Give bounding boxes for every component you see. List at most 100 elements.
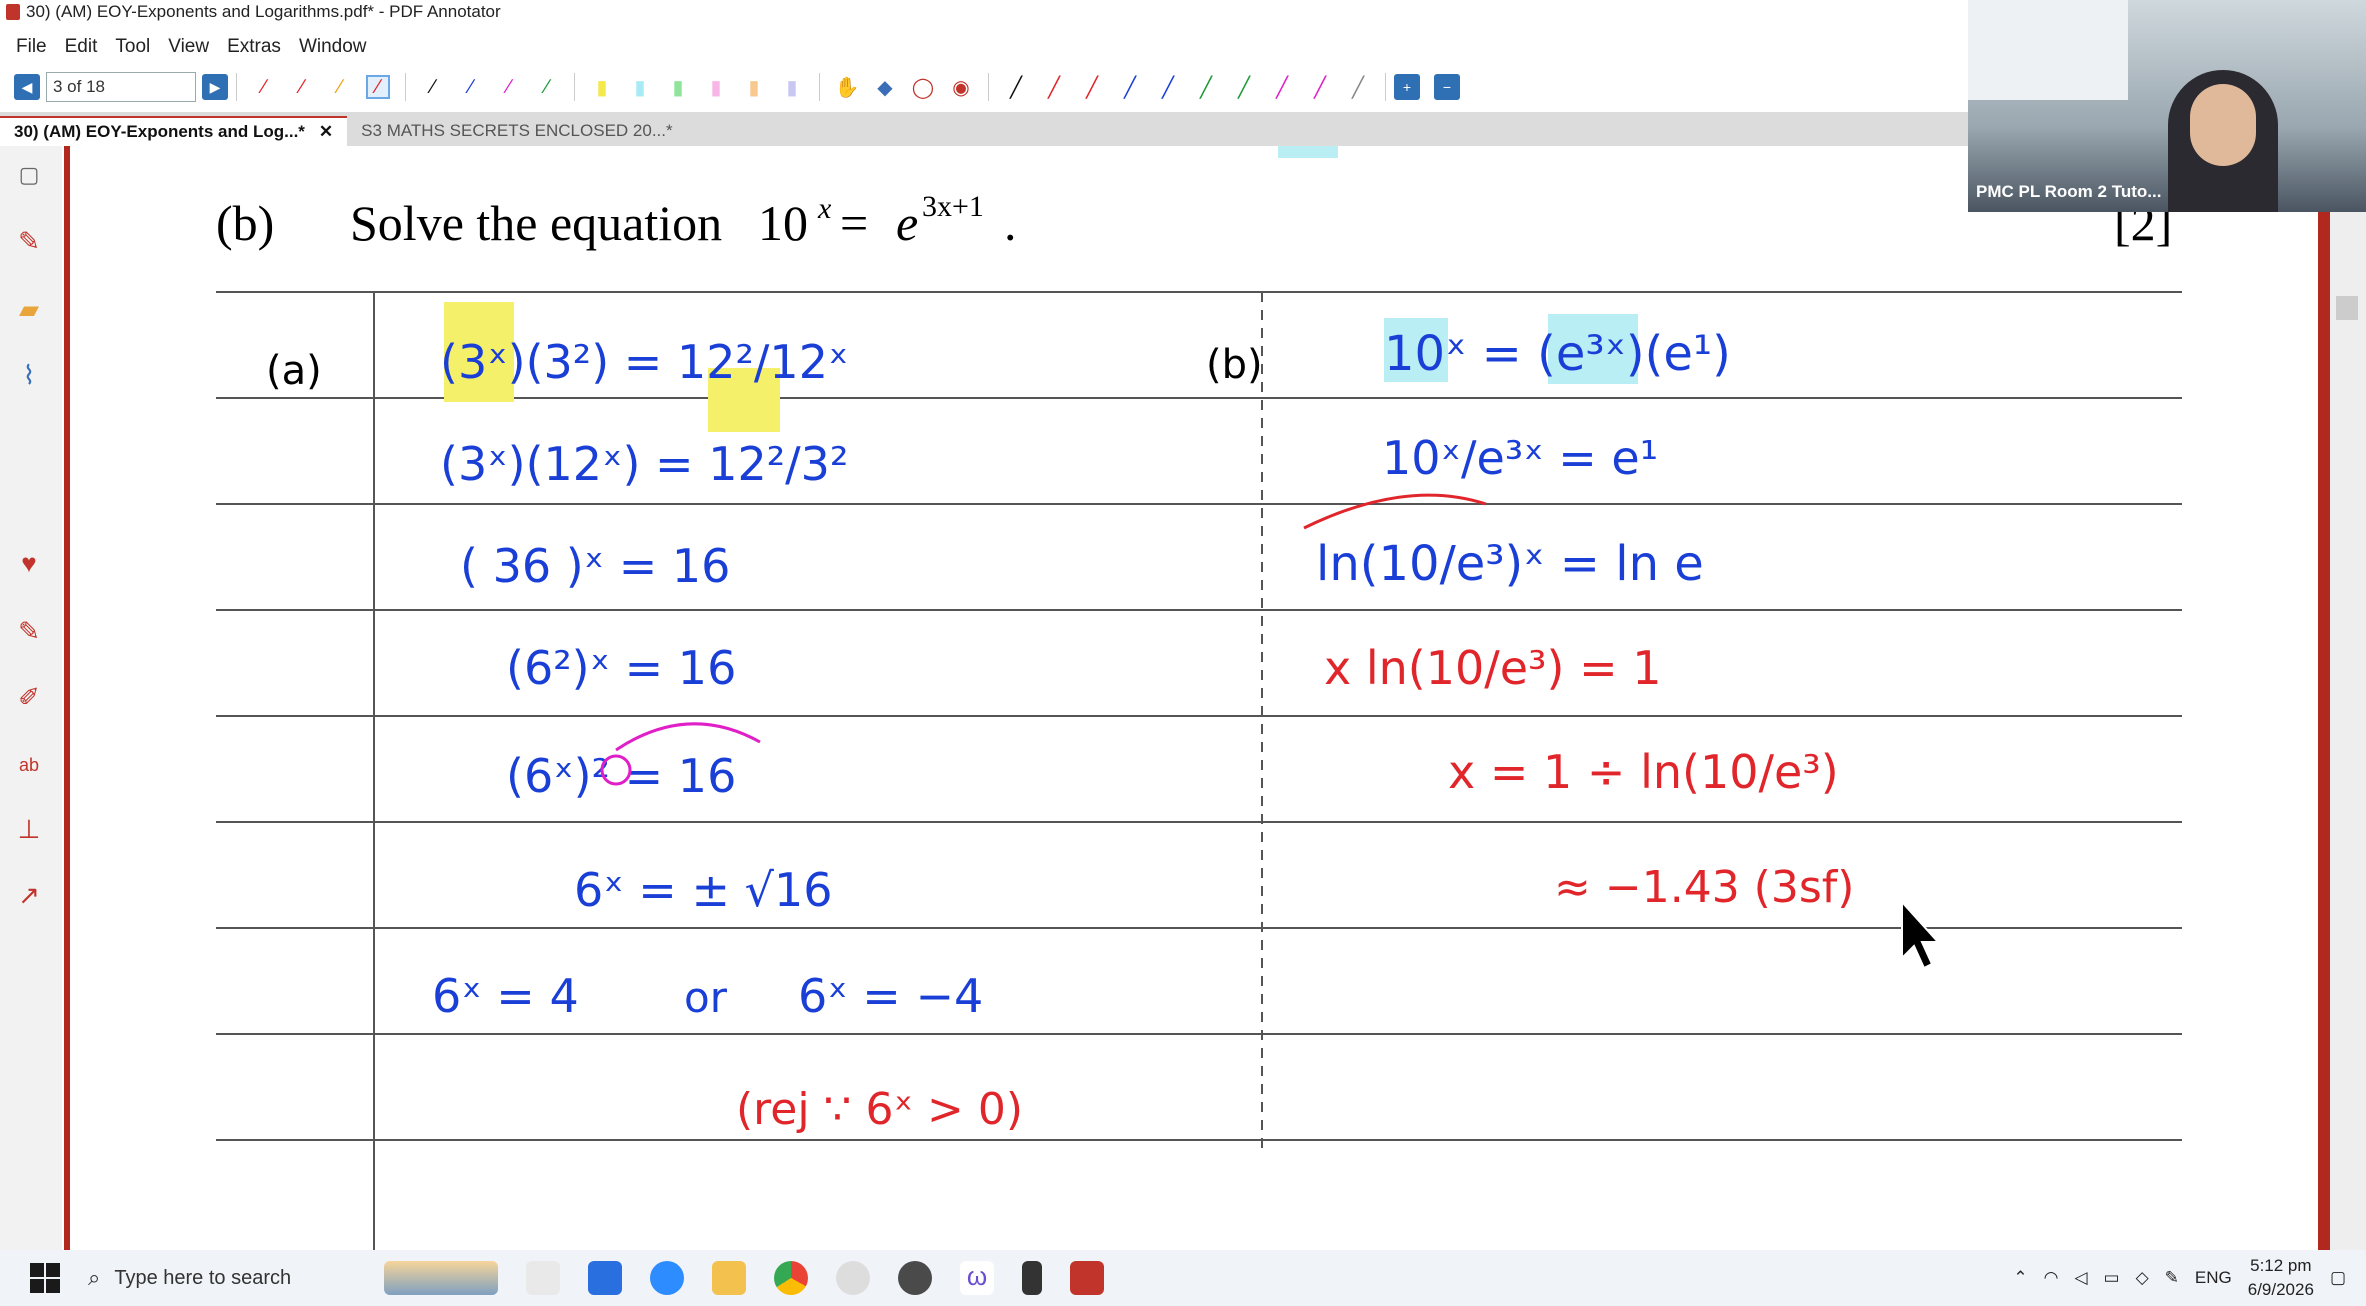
close-tab-icon[interactable]: ✕	[319, 122, 333, 142]
toolbar: ◀ ▶ ∕ ∕ ∕ ∕ ∕ ∕ ∕ ∕ ▮ ▮ ▮ ▮ ▮ ▮ ✋ ◆ ◯ ◉ …	[0, 66, 1968, 108]
next-page-button[interactable]: ▶	[202, 74, 228, 100]
pink-highlighter-icon[interactable]: ▮	[704, 75, 728, 99]
laser-pointer-icon[interactable]: ◉	[949, 75, 973, 99]
pen-tray-icon[interactable]: ✎	[2165, 1268, 2179, 1288]
magenta-pen-icon[interactable]: ∕	[497, 75, 521, 99]
left-tool-sidebar: ▢ ✎ ▰ ⌇ ♥ ✎ ✐ ab ⊥ ↗	[0, 146, 70, 1250]
pen-tool-icon[interactable]: ✎	[14, 616, 44, 646]
red-pen-icon[interactable]: ∕	[252, 75, 276, 99]
favorites-heart-icon[interactable]: ♥	[14, 548, 44, 578]
chrome-icon[interactable]	[774, 1261, 808, 1295]
arrow-tool-icon[interactable]: ↗	[14, 880, 44, 910]
page-number-field[interactable]	[46, 72, 196, 102]
menu-tool[interactable]: Tool	[115, 36, 150, 58]
zoom-icon[interactable]	[650, 1261, 684, 1295]
volume-icon[interactable]: ◁	[2074, 1268, 2087, 1288]
highlighter-tool-icon[interactable]: ✐	[14, 682, 44, 712]
hand-icon[interactable]: ✋	[835, 75, 860, 99]
dropbox-icon[interactable]	[588, 1261, 622, 1295]
work-b-label: (b)	[1206, 342, 1263, 388]
document-tabs: 30) (AM) EOY-Exponents and Log...* ✕ S3 …	[0, 112, 1968, 146]
red-pen-2-icon[interactable]: ∕	[290, 75, 314, 99]
tab-s3-maths-secrets[interactable]: S3 MATHS SECRETS ENCLOSED 20...*	[347, 116, 686, 146]
work-a-rejection: (rej ∵ 6ˣ > 0)	[736, 1084, 1023, 1135]
black-line-icon[interactable]: ╱	[1004, 75, 1028, 99]
scrollbar-thumb[interactable]	[2336, 296, 2358, 320]
work-a-line-8: 6ˣ = −4	[798, 969, 983, 1023]
red-line-icon[interactable]: ╱	[1042, 75, 1066, 99]
svg-text:e: e	[896, 195, 918, 251]
notification-icon[interactable]: ▢	[2330, 1268, 2346, 1288]
tab-exponents-logarithms[interactable]: 30) (AM) EOY-Exponents and Log...* ✕	[0, 116, 348, 146]
work-a-line-7: 6ˣ = 4	[432, 969, 579, 1023]
dropbox-tray-icon[interactable]: ◇	[2136, 1268, 2149, 1288]
tab-label: 30) (AM) EOY-Exponents and Log...*	[14, 122, 305, 141]
clock[interactable]: 5:12 pm 6/9/2026	[2248, 1254, 2314, 1302]
blue-line-icon[interactable]: ╱	[1118, 75, 1142, 99]
windows-start-icon[interactable]	[30, 1263, 60, 1293]
green-dashed-line-icon[interactable]: ╱	[1232, 75, 1256, 99]
work-b-line-5: x = 1 ÷ ln(10/e³)	[1448, 745, 1839, 799]
whiteboard-background	[1968, 0, 2128, 100]
gray-dashed-line-icon[interactable]: ╱	[1346, 75, 1370, 99]
w-app-icon[interactable]: ω	[960, 1261, 994, 1295]
title-bar: 30) (AM) EOY-Exponents and Logarithms.pd…	[0, 0, 1968, 24]
selected-red-pen-icon[interactable]: ∕	[366, 75, 390, 99]
green-pen-icon[interactable]: ∕	[535, 75, 559, 99]
green-line-icon[interactable]: ╱	[1194, 75, 1218, 99]
toolbar-separator	[574, 73, 575, 101]
green-highlighter-icon[interactable]: ▮	[666, 75, 690, 99]
menu-edit[interactable]: Edit	[65, 36, 98, 58]
svg-text:=: =	[840, 195, 868, 251]
red-dashed-line-icon[interactable]: ╱	[1080, 75, 1104, 99]
svg-text:x: x	[817, 192, 832, 225]
work-b-line-4: x ln(10/e³) = 1	[1324, 641, 1662, 695]
toolbar-separator	[405, 73, 406, 101]
orange-pen-icon[interactable]: ∕	[328, 75, 352, 99]
vertical-scrollbar[interactable]	[2330, 146, 2366, 1250]
clock-app-icon[interactable]	[836, 1261, 870, 1295]
magenta-line-icon[interactable]: ╱	[1270, 75, 1294, 99]
svg-text:10: 10	[758, 195, 808, 251]
work-a-label: (a)	[266, 348, 322, 394]
menu-extras[interactable]: Extras	[227, 36, 281, 58]
menu-file[interactable]: File	[16, 36, 47, 58]
blue-pen-icon[interactable]: ∕	[459, 75, 483, 99]
task-view-icon[interactable]	[526, 1261, 560, 1295]
menu-window[interactable]: Window	[299, 36, 367, 58]
svg-text:3x+1: 3x+1	[922, 190, 984, 223]
language-indicator[interactable]: ENG	[2195, 1268, 2232, 1288]
eraser-icon[interactable]: ◆	[873, 75, 897, 99]
taskbar-search[interactable]: ⌕ Type here to search	[80, 1250, 370, 1306]
pen-icon[interactable]: ✎	[14, 226, 44, 256]
note-icon[interactable]: ▰	[14, 294, 44, 324]
stamp-icon[interactable]: ⊥	[14, 814, 44, 844]
red-arrow	[1303, 493, 1487, 530]
file-explorer-icon[interactable]	[712, 1261, 746, 1295]
orange-highlighter-icon[interactable]: ▮	[742, 75, 766, 99]
magenta-arrow	[615, 722, 761, 752]
blue-dashed-line-icon[interactable]: ╱	[1156, 75, 1180, 99]
black-pen-icon[interactable]: ∕	[421, 75, 445, 99]
pdf-annotator-taskbar-icon[interactable]	[1070, 1261, 1104, 1295]
zoom-out-button[interactable]: −	[1434, 74, 1460, 100]
menu-view[interactable]: View	[168, 36, 209, 58]
purple-highlighter-icon[interactable]: ▮	[780, 75, 804, 99]
lasso-icon[interactable]: ◯	[911, 75, 935, 99]
chevron-up-icon[interactable]: ⌃	[2013, 1268, 2027, 1288]
wifi-icon[interactable]: ◠	[2044, 1268, 2059, 1288]
cyan-highlighter-icon[interactable]: ▮	[628, 75, 652, 99]
battery-icon[interactable]: ▭	[2104, 1268, 2120, 1288]
text-box-icon[interactable]: ab	[14, 750, 44, 780]
pdf-annotator-icon	[6, 4, 20, 20]
attachment-icon[interactable]: ⌇	[14, 360, 44, 390]
page-thumbnail-icon[interactable]: ▢	[14, 160, 44, 190]
magenta-dashed-line-icon[interactable]: ╱	[1308, 75, 1332, 99]
yellow-highlighter-icon[interactable]: ▮	[590, 75, 614, 99]
calculator-icon[interactable]	[1022, 1261, 1042, 1295]
zoom-in-button[interactable]: +	[1394, 74, 1420, 100]
app-icon[interactable]	[898, 1261, 932, 1295]
toolbar-separator	[236, 73, 237, 101]
toolbar-separator	[819, 73, 820, 101]
previous-page-button[interactable]: ◀	[14, 74, 40, 100]
